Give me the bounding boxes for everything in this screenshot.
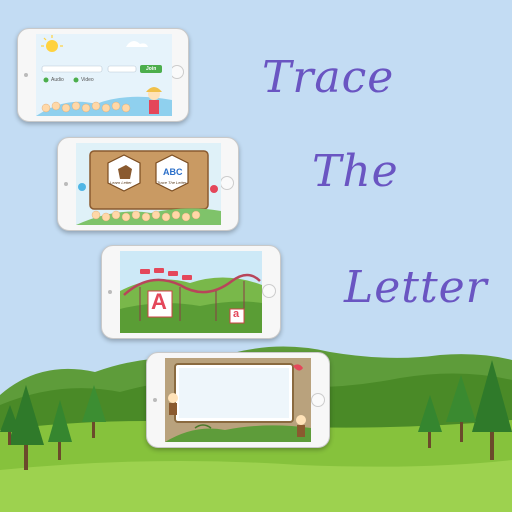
screen-letter-ride: A a <box>120 251 262 333</box>
trace-letter-label: Trace The Letter <box>157 180 187 185</box>
home-button <box>170 65 184 79</box>
home-button <box>262 284 276 298</box>
title-the: The <box>312 146 399 197</box>
title-letter: Letter <box>344 262 488 313</box>
learn-letter-card <box>107 154 141 192</box>
phone-screenshot-2: ABC Learn Letter Trace The Letter <box>57 137 239 231</box>
phone-screenshot-1: Audio Video Join <box>17 28 189 122</box>
small-letter: a <box>233 308 240 320</box>
screen-tracing-board <box>165 358 311 442</box>
roller-coaster-art <box>120 268 262 333</box>
title-trace: Trace <box>262 52 395 103</box>
phone-speaker <box>64 182 68 186</box>
phone-speaker <box>108 290 112 294</box>
phone-screenshot-3: A a <box>101 245 281 339</box>
join-label: Join <box>146 66 157 72</box>
sun-icon <box>46 40 58 52</box>
screen-menu: ABC Learn Letter Trace The Letter <box>76 143 221 225</box>
room-select <box>107 65 137 73</box>
phone-speaker <box>153 398 157 402</box>
name-input <box>41 65 103 73</box>
big-letter: A <box>151 289 167 314</box>
phone-speaker <box>24 73 28 77</box>
home-button <box>220 176 234 190</box>
phone-screenshot-4 <box>146 352 330 448</box>
audio-label: Audio <box>51 77 64 83</box>
learn-letter-label: Learn Letter <box>110 180 132 185</box>
audio-check-icon <box>43 77 49 83</box>
svg-text:ABC: ABC <box>163 167 183 177</box>
video-label: Video <box>81 77 94 83</box>
screen-join: Audio Video Join <box>36 34 172 116</box>
join-screen-art <box>36 35 172 116</box>
menu-screen-art: ABC <box>76 150 221 225</box>
meadow-light <box>0 460 512 512</box>
tracing-board-art <box>165 358 311 442</box>
video-check-icon <box>73 77 79 83</box>
trace-letter-card: ABC <box>155 154 189 192</box>
home-button <box>311 393 325 407</box>
